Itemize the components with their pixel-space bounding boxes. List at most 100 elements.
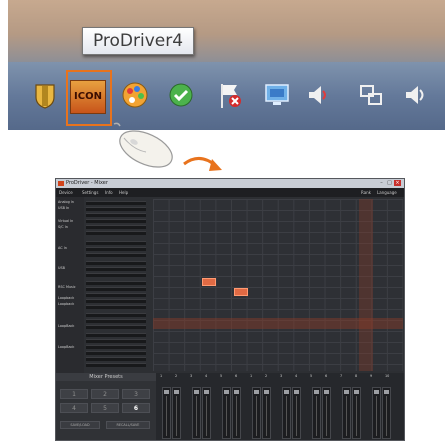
menu-settings[interactable]: Settings [82,188,98,197]
channel-fader[interactable] [192,387,201,439]
speaker-icon[interactable] [400,80,430,110]
channel-number: 5 [310,374,313,378]
channel-number: 5 [220,374,223,378]
color-palette-icon[interactable] [120,80,150,110]
routing-channel-bar[interactable] [86,305,146,309]
channel-fader[interactable] [262,387,271,439]
routing-channel-bar[interactable] [86,253,146,257]
routing-channel-bar[interactable] [86,219,146,223]
routing-channel-bar[interactable] [86,287,146,291]
preset-button-1[interactable]: 1 [60,389,88,399]
channel-fader[interactable] [372,387,381,439]
channel-number: 1 [160,374,163,378]
network-display-icon[interactable] [262,80,292,110]
channel-fader[interactable] [342,387,351,439]
menu-rank[interactable]: Rank [361,188,371,197]
routing-channel-bar[interactable] [86,281,146,285]
volume-icon[interactable] [304,80,334,110]
mixer-presets-title: Mixer Presets [89,374,123,380]
mouse-icon [113,122,173,168]
routing-channel-bar[interactable] [86,241,146,245]
routing-label: Virtual In [58,219,74,223]
channel-fader[interactable] [222,387,231,439]
mixer-presets-panel: Mixer Presets 1 2 3 4 5 6 SAVE/LOAD RECA… [56,374,156,440]
preset-button-3[interactable]: 3 [122,389,150,399]
save-load-button[interactable]: SAVE/LOAD [60,421,100,429]
preset-button-4[interactable]: 4 [60,403,88,413]
routing-channel-bar[interactable] [86,207,146,211]
minimize-icon[interactable]: – [378,180,385,186]
preset-button-2[interactable]: 2 [91,389,119,399]
routing-label: AC In [58,246,67,250]
routing-channel-bar[interactable] [86,345,146,349]
tray-tooltip: ProDriver4 [82,27,194,55]
routing-channel-bar[interactable] [86,273,146,277]
menu-device[interactable]: Device [59,188,73,197]
routing-channel-bar[interactable] [86,319,146,323]
routing-label: LoopBack [58,324,75,328]
shield-icon[interactable] [30,80,60,110]
channel-fader[interactable] [282,387,291,439]
routing-channel-bar[interactable] [86,363,146,367]
channel-fader[interactable] [232,387,241,439]
routing-label: USB In [58,206,70,210]
channel-fader[interactable] [382,387,391,439]
mixer-channels: 1 2 3 4 5 6 1 2 3 4 5 6 7 8 9 10 [156,373,404,440]
channel-number: 8 [355,374,358,378]
routing-label: S/C In [58,225,68,229]
routing-node[interactable] [202,278,216,286]
routing-channel-bar[interactable] [86,357,146,361]
routing-label: Analog In [58,200,74,204]
channel-number: 4 [295,374,298,378]
channel-fader[interactable] [352,387,361,439]
routing-channel-bar[interactable] [86,333,146,337]
preset-button-6[interactable]: 6 [122,403,150,413]
routing-channel-bar[interactable] [86,201,146,205]
channel-number: 6 [235,374,238,378]
window-title: ProDriver - Mixer [66,180,108,186]
routing-label: USB [58,266,65,270]
routing-channel-bar[interactable] [86,225,146,229]
menu-help[interactable]: Help [119,188,128,197]
channel-number: 3 [280,374,283,378]
channel-fader[interactable] [172,387,181,439]
channel-fader[interactable] [322,387,331,439]
preset-button-5[interactable]: 5 [91,403,119,413]
flag-alert-icon[interactable] [214,80,244,110]
routing-channel-bar[interactable] [86,351,146,355]
routing-channel-bar[interactable] [86,339,146,343]
icon-driver-icon[interactable]: ICON [70,80,106,114]
routing-node[interactable] [234,288,248,296]
routing-label: RSC Music [58,285,76,289]
routing-channel-bar[interactable] [86,267,146,271]
routing-channel-bar[interactable] [86,261,146,265]
close-icon[interactable]: × [394,180,401,186]
routing-channel-bar[interactable] [86,299,146,303]
channel-fader[interactable] [252,387,261,439]
channel-number: 2 [175,374,178,378]
routing-channel-bar[interactable] [86,247,146,251]
maximize-icon[interactable]: □ [386,180,393,186]
channel-fader[interactable] [312,387,321,439]
channel-fader[interactable] [202,387,211,439]
channel-fader[interactable] [292,387,301,439]
check-security-icon[interactable] [166,80,196,110]
routing-label: Loopback [58,296,75,300]
channel-number: 7 [340,374,343,378]
channel-fader[interactable] [162,387,171,439]
routing-channel-bar[interactable] [86,213,146,217]
routing-channel-bar[interactable] [86,231,146,235]
channel-number: 9 [370,374,373,378]
menu-language[interactable]: Language [377,188,397,197]
channel-number: 1 [250,374,253,378]
channel-number: 3 [190,374,193,378]
routing-channel-bar[interactable] [86,325,146,329]
routing-channel-bar[interactable] [86,313,146,317]
network-icon[interactable] [356,80,386,110]
channel-number: 10 [385,374,390,378]
routing-channel-bar[interactable] [86,293,146,297]
recall-save-button[interactable]: RECALL/SAVE [106,421,150,429]
routing-label: Loopback [58,302,75,306]
menu-info[interactable]: Info [105,188,113,197]
prodriver-window: ProDriver - Mixer – □ × Device Settings … [55,178,405,441]
